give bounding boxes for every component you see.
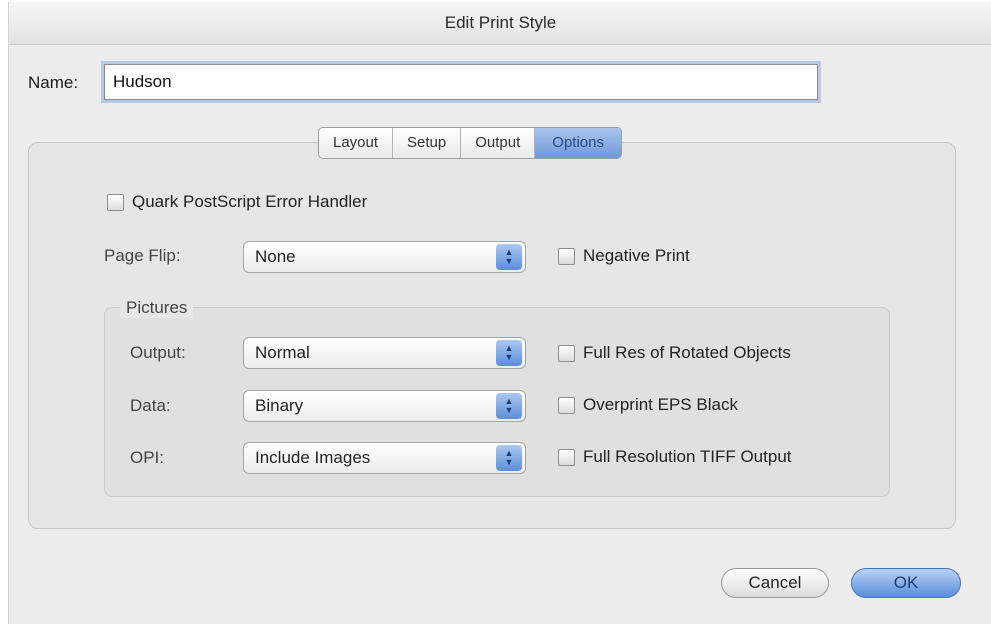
tab-output[interactable]: Output	[461, 128, 536, 158]
tab-bar: Layout Setup Output Options	[318, 127, 622, 159]
cancel-button[interactable]: Cancel	[721, 568, 829, 598]
full-res-rotated-option[interactable]: Full Res of Rotated Objects	[558, 343, 791, 363]
output-label: Output:	[130, 343, 186, 362]
output-value: Normal	[255, 343, 310, 362]
pictures-group-title: Pictures	[120, 298, 194, 318]
page-flip-value: None	[255, 247, 296, 266]
error-handler-checkbox[interactable]	[107, 193, 124, 211]
data-value: Binary	[255, 396, 304, 415]
tab-layout[interactable]: Layout	[319, 128, 394, 158]
window-title: Edit Print Style	[9, 2, 991, 45]
full-res-tiff-checkbox[interactable]	[558, 448, 575, 466]
overprint-eps-label: Overprint EPS Black	[583, 395, 738, 414]
data-label: Data:	[130, 396, 171, 415]
full-res-tiff-label: Full Resolution TIFF Output	[583, 447, 792, 466]
popup-arrows-icon: ▲ ▼	[496, 445, 522, 471]
tab-setup[interactable]: Setup	[393, 128, 462, 158]
overprint-eps-checkbox[interactable]	[558, 396, 575, 414]
popup-arrows-icon: ▲ ▼	[496, 244, 522, 270]
error-handler-option[interactable]: Quark PostScript Error Handler	[107, 192, 367, 212]
full-res-tiff-option[interactable]: Full Resolution TIFF Output	[558, 447, 792, 467]
error-handler-label: Quark PostScript Error Handler	[132, 192, 368, 211]
negative-print-checkbox[interactable]	[558, 247, 575, 265]
output-select[interactable]: Normal ▲ ▼	[243, 337, 526, 369]
overprint-eps-option[interactable]: Overprint EPS Black	[558, 395, 738, 415]
full-res-rotated-checkbox[interactable]	[558, 344, 575, 362]
ok-button[interactable]: OK	[851, 568, 961, 598]
data-select[interactable]: Binary ▲ ▼	[243, 390, 526, 422]
full-res-rotated-label: Full Res of Rotated Objects	[583, 343, 791, 362]
opi-value: Include Images	[255, 448, 371, 467]
page-flip-label: Page Flip:	[104, 246, 181, 265]
opi-label: OPI:	[130, 448, 165, 467]
page-flip-select[interactable]: None ▲ ▼	[243, 241, 526, 273]
negative-print-label: Negative Print	[583, 246, 690, 265]
opi-select[interactable]: Include Images ▲ ▼	[243, 442, 526, 474]
popup-arrows-icon: ▲ ▼	[496, 340, 522, 366]
name-input[interactable]	[104, 64, 818, 100]
name-label: Name:	[28, 73, 79, 92]
popup-arrows-icon: ▲ ▼	[496, 393, 522, 419]
negative-print-option[interactable]: Negative Print	[558, 246, 690, 266]
tab-options[interactable]: Options	[535, 128, 621, 158]
